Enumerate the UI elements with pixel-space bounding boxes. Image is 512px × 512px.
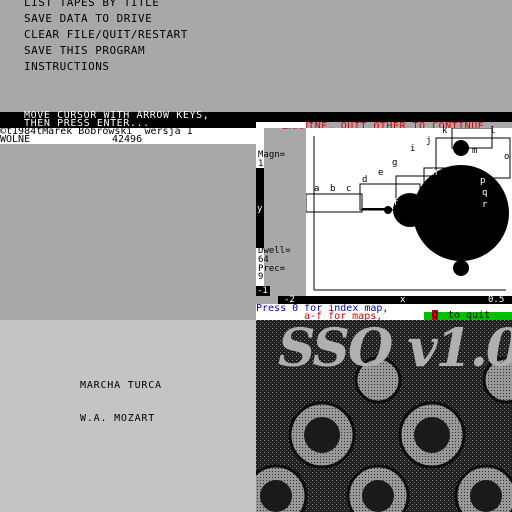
map-letter-e[interactable]: e	[378, 168, 383, 178]
menu-item-clear-file[interactable]: CLEAR FILE/QUIT/RESTART	[24, 28, 188, 41]
map-letter-r[interactable]: r	[482, 200, 487, 210]
map-letter-j[interactable]: j	[426, 136, 431, 146]
music-screen: MARCHA TURCA W.A. MOZART	[0, 320, 256, 512]
map-letter-p[interactable]: p	[480, 176, 485, 186]
quit-text: to quit	[448, 310, 491, 320]
map-letter-n[interactable]: n	[482, 158, 487, 168]
map-letter-k[interactable]: k	[442, 126, 447, 136]
fractal-plot[interactable]	[305, 127, 512, 296]
song-title: MARCHA TURCA	[80, 380, 162, 391]
y-min-label: -1	[257, 286, 268, 296]
menu-screen: LIST TAPES BY TITLE SAVE DATA TO DRIVE C…	[0, 0, 256, 320]
map-letter-o[interactable]: o	[504, 152, 509, 162]
song-composer: W.A. MOZART	[80, 413, 156, 424]
map-letter-i[interactable]: i	[410, 144, 415, 154]
free-value: 42496	[112, 134, 143, 145]
map-letter-a[interactable]: a	[314, 184, 319, 194]
quit-key: Q	[432, 310, 439, 320]
map-letter-g[interactable]: g	[392, 158, 397, 168]
sso-screen: SSO v1.01	[256, 320, 512, 512]
map-letter-c[interactable]: c	[346, 184, 351, 194]
map-letter-q[interactable]: q	[482, 188, 487, 198]
sso-title: SSO v1.01	[278, 320, 512, 379]
help-line-2: a-f for maps,	[304, 311, 383, 320]
y-axis-label: y	[257, 204, 263, 214]
mandelbrot-svg	[305, 127, 512, 296]
menu-item-save-data[interactable]: SAVE DATA TO DRIVE	[24, 12, 152, 25]
map-letter-m[interactable]: m	[472, 146, 477, 156]
free-label: WOLNE	[0, 134, 31, 145]
menu-item-list-tapes[interactable]: LIST TAPES BY TITLE	[24, 0, 159, 9]
info-panel: ©t1984tMarek Bobrowski wersja 1 WOLNE 42…	[0, 127, 256, 145]
map-letter-l[interactable]: l	[490, 126, 495, 136]
map-letter-d[interactable]: d	[362, 175, 367, 185]
menu-item-instructions[interactable]: INSTRUCTIONS	[24, 60, 109, 73]
menu-item-save-program[interactable]: SAVE THIS PROGRAM	[24, 44, 145, 57]
fractal-screen: EXAMINE, QUIT OTHER TO CONTINUE Magn= 1 …	[256, 0, 512, 320]
prec-value: 9	[258, 272, 264, 282]
map-letter-b[interactable]: b	[330, 184, 335, 194]
quit-button[interactable]: Q to quit	[424, 310, 512, 320]
map-letter-f[interactable]: f	[393, 198, 398, 208]
map-letter-h[interactable]: h	[432, 168, 437, 178]
